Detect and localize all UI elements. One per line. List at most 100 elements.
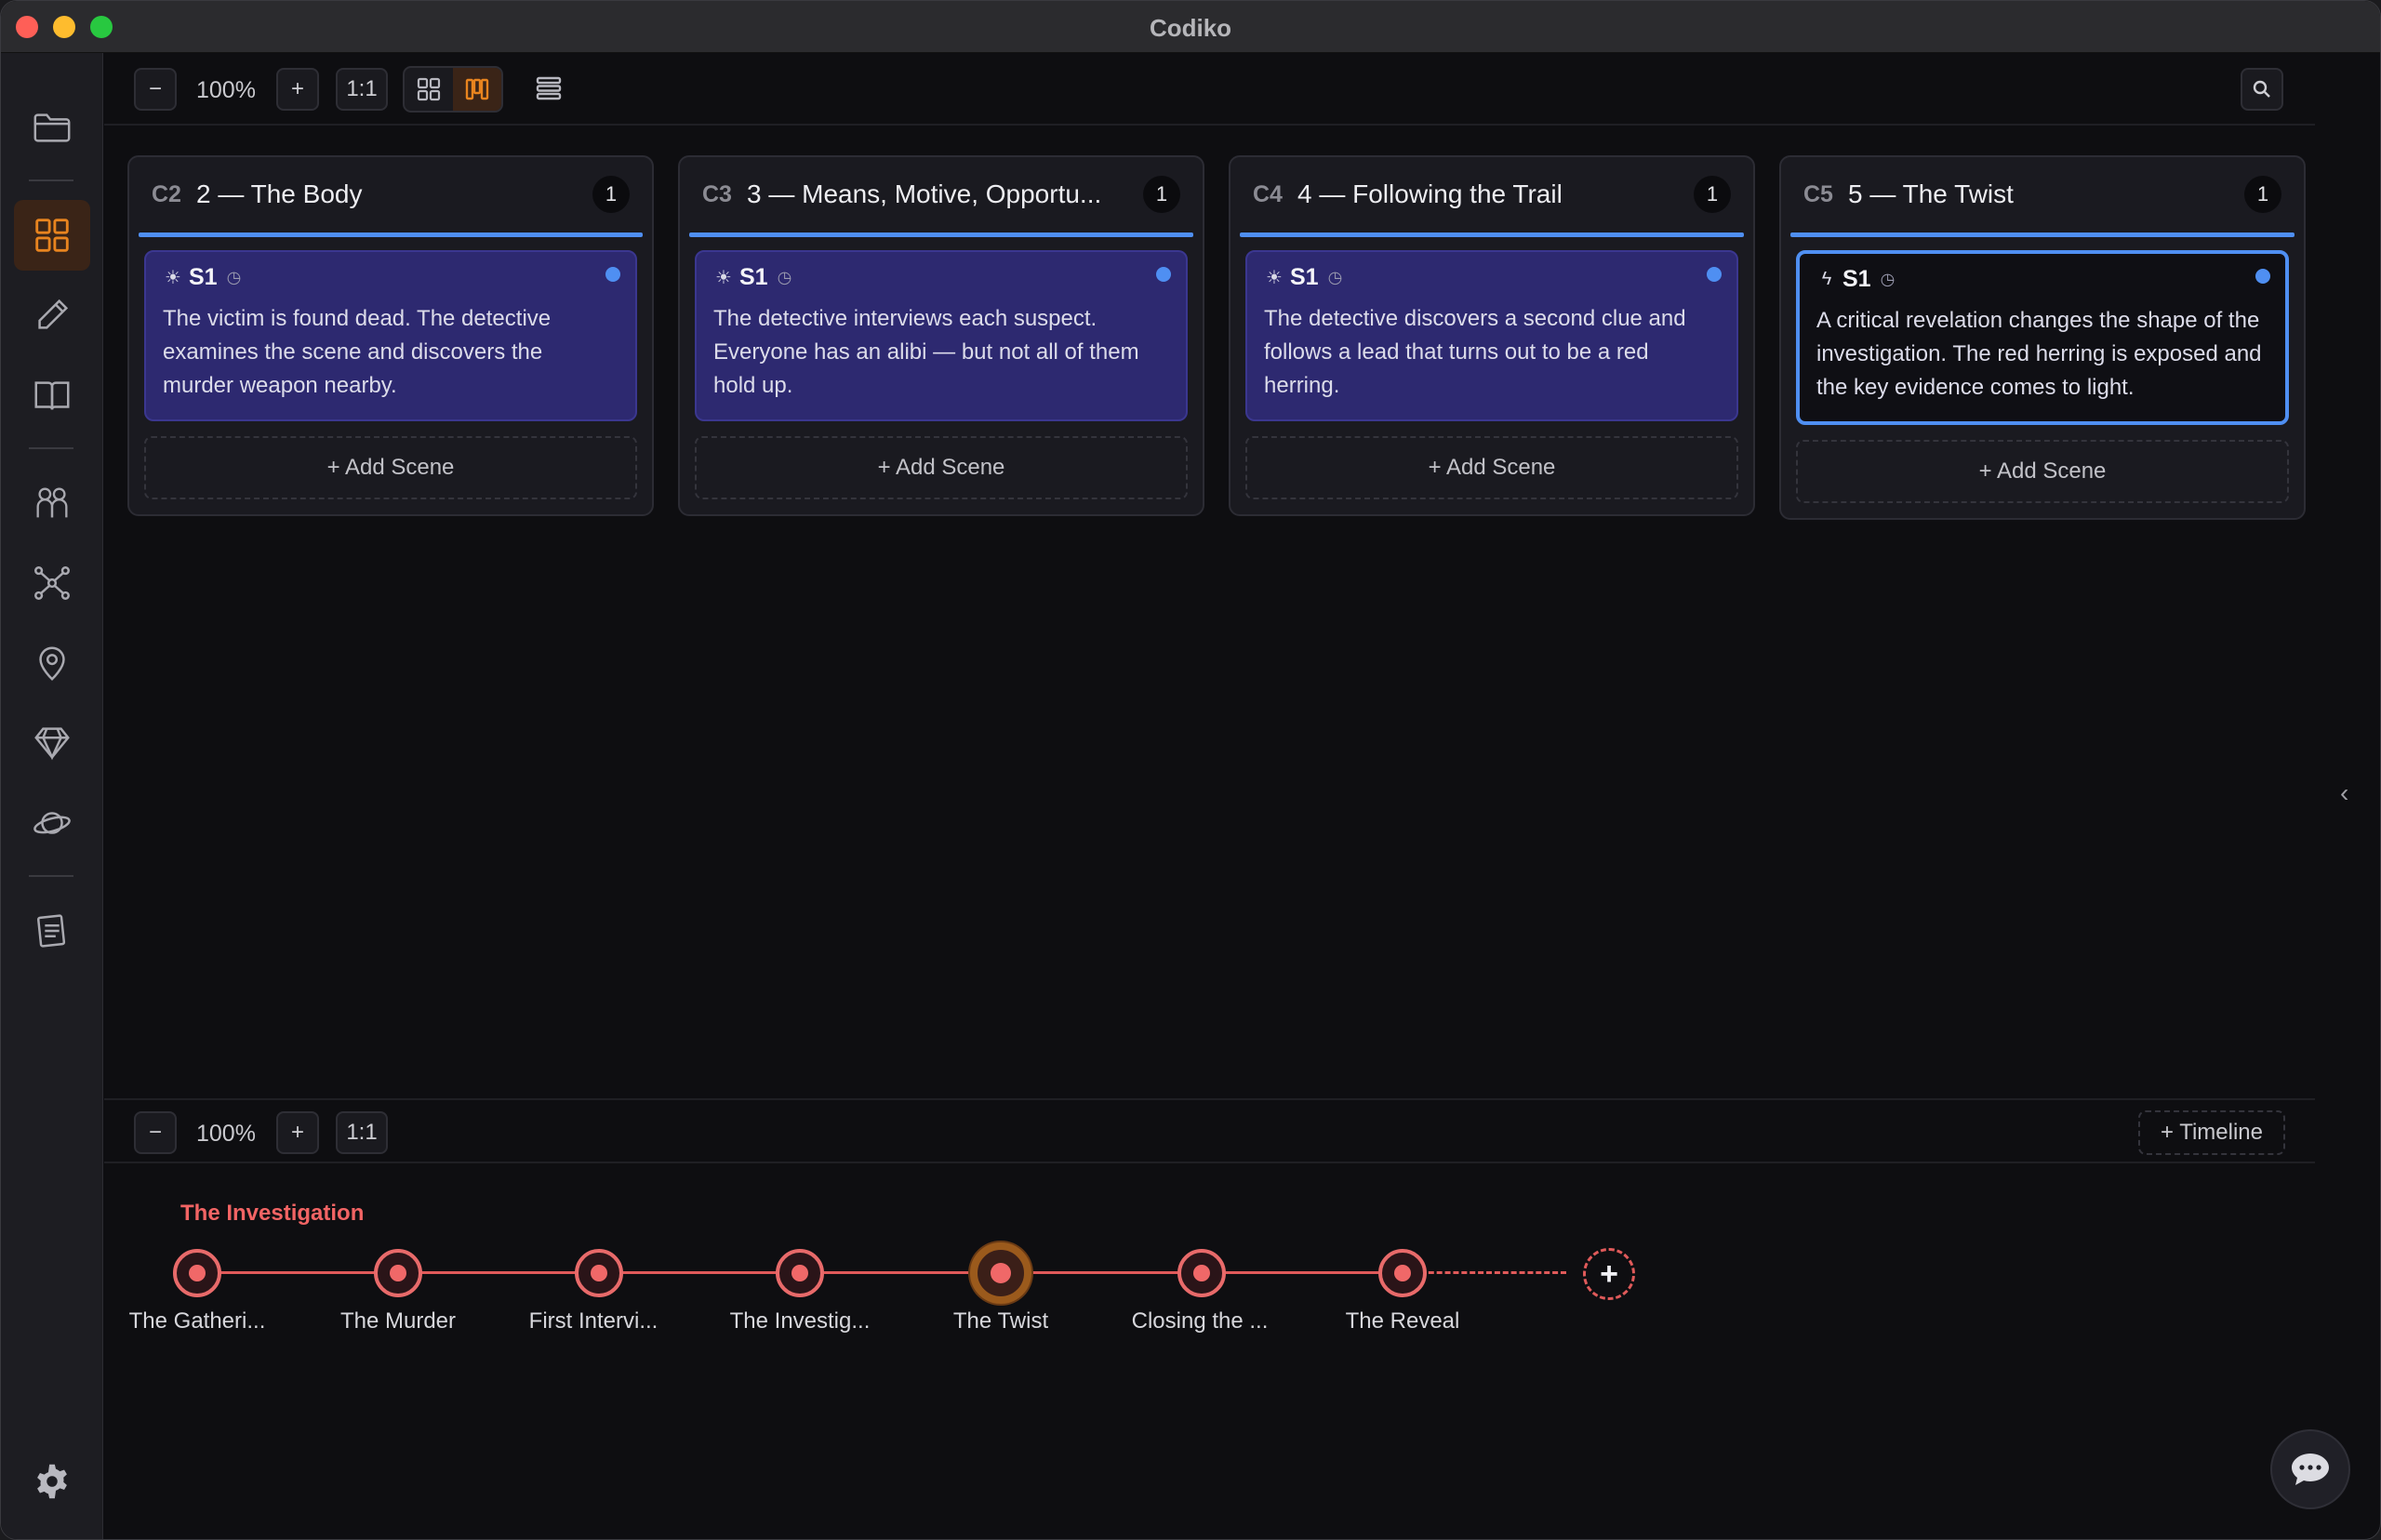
list-view-icon[interactable] <box>534 73 564 108</box>
chapter-column: C5 5 — The Twist 1 ϟ S1 ◷ A critical rev… <box>1779 155 2306 520</box>
chapter-code: C5 <box>1803 181 1833 207</box>
chapter-accent-bar <box>1790 232 2295 237</box>
scene-count-badge: 1 <box>1143 176 1180 213</box>
column-header[interactable]: C2 2 — The Body 1 <box>129 157 652 237</box>
timeline-toolbar: − 100% + 1:1 + Timeline <box>104 1098 2315 1163</box>
scene-count-badge: 1 <box>1694 176 1731 213</box>
timeline-track-extension <box>1412 1271 1566 1274</box>
planet-icon[interactable] <box>14 788 90 858</box>
search-icon[interactable] <box>2241 68 2283 111</box>
chapter-accent-bar <box>1240 232 1744 237</box>
network-graph-icon[interactable] <box>14 548 90 618</box>
sun-icon: ☀ <box>1266 267 1283 288</box>
timeline-event-label: The Reveal <box>1345 1308 1460 1334</box>
add-event-button[interactable]: + <box>1583 1248 1635 1300</box>
chapter-code: C4 <box>1253 181 1283 207</box>
scene-summary: A critical revelation changes the shape … <box>1816 308 2262 400</box>
folder-icon[interactable] <box>14 92 90 163</box>
add-scene-button[interactable]: + Add Scene <box>1245 436 1738 499</box>
chevron-left-icon[interactable]: ‹ <box>2340 778 2348 808</box>
timeline-reset-zoom-button[interactable]: 1:1 <box>336 1111 388 1154</box>
location-pin-icon[interactable] <box>14 628 90 698</box>
book-icon[interactable] <box>14 360 90 431</box>
view-switcher <box>403 66 503 113</box>
board-toolbar: − 100% + 1:1 <box>104 53 2315 126</box>
board-grid-icon[interactable] <box>14 200 90 271</box>
chapter-column: C3 3 — Means, Motive, Opportu... 1 ☀ S1 … <box>678 155 1204 516</box>
chapter-title: 5 — The Twist <box>1848 179 2014 208</box>
timeline-event-label: The Twist <box>952 1308 1049 1334</box>
timeline-area: The Investigation The Gatheri... The Mur… <box>104 1163 2315 1539</box>
scene-card[interactable]: ☀ S1 ◷ The victim is found dead. The det… <box>144 250 637 421</box>
chapter-column: C2 2 — The Body 1 ☀ S1 ◷ The victim is f… <box>127 155 654 516</box>
lightning-icon: ϟ <box>1821 268 1832 289</box>
chat-bubble-icon[interactable] <box>2270 1429 2350 1509</box>
scene-summary: The victim is found dead. The detective … <box>163 306 552 398</box>
characters-icon[interactable] <box>14 468 90 538</box>
notes-icon[interactable] <box>14 896 90 966</box>
column-header[interactable]: C5 5 — The Twist 1 <box>1781 157 2304 237</box>
app-window: Codiko − 100% + 1:1 C2 2 — The Body 1 ☀ … <box>0 0 2381 1540</box>
timeline-event-label: Closing the ... <box>1131 1308 1269 1334</box>
timeline-event-label: The Murder <box>339 1308 457 1334</box>
clock-icon: ◷ <box>777 267 792 286</box>
timeline-event-label: The Gatheri... <box>128 1308 266 1334</box>
gear-icon[interactable] <box>14 1446 90 1517</box>
timeline-event-node[interactable] <box>1378 1249 1427 1297</box>
zoom-in-button[interactable]: + <box>276 68 319 111</box>
column-header[interactable]: C4 4 — Following the Trail 1 <box>1230 157 1753 237</box>
grid-view-icon[interactable] <box>405 68 453 111</box>
scene-id: S1 <box>1290 263 1319 290</box>
add-scene-button[interactable]: + Add Scene <box>1796 440 2289 503</box>
status-dot <box>1156 267 1171 282</box>
chapter-title: 2 — The Body <box>196 179 363 208</box>
scene-card[interactable]: ☀ S1 ◷ The detective discovers a second … <box>1245 250 1738 421</box>
sidebar <box>1 53 103 1539</box>
scene-summary: The detective discovers a second clue an… <box>1264 306 1686 398</box>
columns-view-icon[interactable] <box>453 68 501 111</box>
timeline-event-node-current[interactable] <box>970 1242 1031 1304</box>
timeline-event-node[interactable] <box>374 1249 422 1297</box>
add-timeline-button[interactable]: + Timeline <box>2137 1110 2285 1155</box>
scene-count-badge: 1 <box>592 176 630 213</box>
status-dot <box>1707 267 1722 282</box>
clock-icon: ◷ <box>1880 269 1895 288</box>
add-scene-button[interactable]: + Add Scene <box>144 436 637 499</box>
sun-icon: ☀ <box>715 267 732 288</box>
chapter-accent-bar <box>139 232 643 237</box>
timeline-name[interactable]: The Investigation <box>180 1201 364 1227</box>
timeline-zoom-level: 100% <box>196 1121 256 1147</box>
zoom-out-button[interactable]: − <box>134 68 177 111</box>
chapter-code: C2 <box>152 181 181 207</box>
zoom-level: 100% <box>196 77 256 103</box>
scene-id: S1 <box>1842 265 1871 292</box>
scene-summary: The detective interviews each suspect. E… <box>713 306 1139 398</box>
timeline-zoom-in-button[interactable]: + <box>276 1111 319 1154</box>
clock-icon: ◷ <box>226 267 242 286</box>
chapter-code: C3 <box>702 181 732 207</box>
clock-icon: ◷ <box>1327 267 1343 286</box>
chapter-accent-bar <box>689 232 1193 237</box>
scene-id: S1 <box>739 263 768 290</box>
pencil-icon[interactable] <box>14 280 90 351</box>
status-dot <box>2255 269 2270 284</box>
reset-zoom-button[interactable]: 1:1 <box>336 68 388 111</box>
scene-card-selected[interactable]: ϟ S1 ◷ A critical revelation changes the… <box>1796 250 2289 425</box>
chapter-column: C4 4 — Following the Trail 1 ☀ S1 ◷ The … <box>1229 155 1755 516</box>
scene-count-badge: 1 <box>2244 176 2281 213</box>
timeline-event-node[interactable] <box>1177 1249 1226 1297</box>
column-header[interactable]: C3 3 — Means, Motive, Opportu... 1 <box>680 157 1203 237</box>
title-bar: Codiko <box>1 1 2380 53</box>
timeline-event-label: The Investig... <box>729 1308 871 1334</box>
timeline-event-label: First Intervi... <box>528 1308 658 1334</box>
scene-card[interactable]: ☀ S1 ◷ The detective interviews each sus… <box>695 250 1188 421</box>
add-scene-button[interactable]: + Add Scene <box>695 436 1188 499</box>
scene-id: S1 <box>189 263 218 290</box>
timeline-zoom-out-button[interactable]: − <box>134 1111 177 1154</box>
timeline-event-node[interactable] <box>776 1249 824 1297</box>
gem-icon[interactable] <box>14 708 90 778</box>
timeline-event-node[interactable] <box>173 1249 221 1297</box>
status-dot <box>605 267 620 282</box>
chapter-board: C2 2 — The Body 1 ☀ S1 ◷ The victim is f… <box>104 127 2348 1098</box>
timeline-event-node[interactable] <box>575 1249 623 1297</box>
